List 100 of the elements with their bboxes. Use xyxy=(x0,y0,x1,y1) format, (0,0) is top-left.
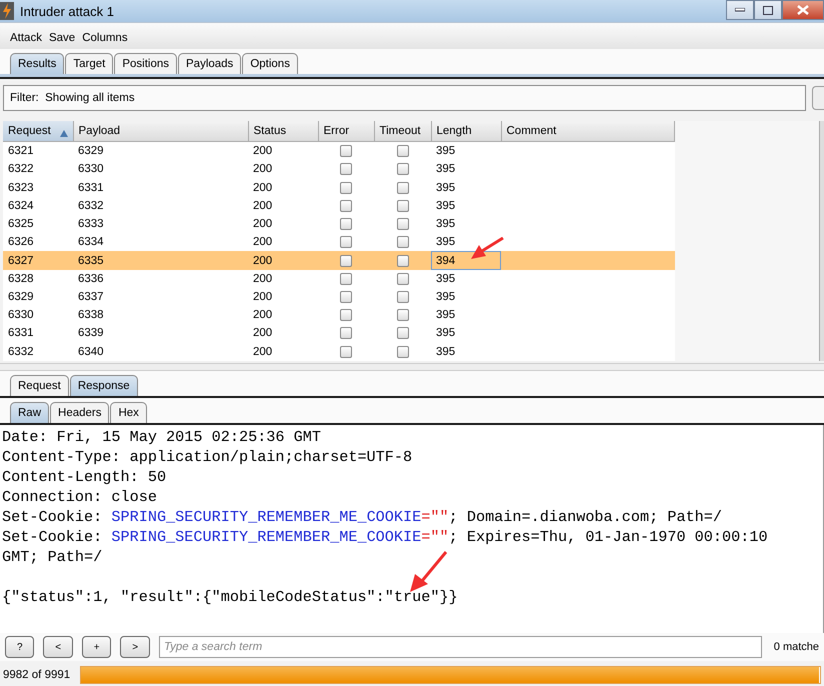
help-button[interactable] xyxy=(812,86,824,110)
column-header[interactable]: Length xyxy=(431,121,501,142)
checkbox[interactable] xyxy=(396,309,408,322)
tab[interactable]: Results xyxy=(10,53,64,74)
table-cell: 200 xyxy=(248,306,318,324)
close-icon xyxy=(797,5,809,15)
annotation-arrow xyxy=(470,237,504,261)
table-cell: 200 xyxy=(248,324,318,343)
toolbar-button[interactable]: + xyxy=(82,636,112,658)
tab[interactable]: Options xyxy=(242,53,298,74)
tab[interactable]: Payloads xyxy=(178,53,242,74)
table-cell: 6326 xyxy=(3,233,73,252)
toolbar-button[interactable]: > xyxy=(120,636,150,658)
table-cell: 395 xyxy=(436,309,456,322)
toolbar-button[interactable]: ? xyxy=(5,636,34,658)
table-cell: 6331 xyxy=(3,324,73,343)
lightning-icon xyxy=(0,2,14,20)
table-cell: 6321 xyxy=(3,142,73,160)
table-cell: 6338 xyxy=(73,306,248,324)
table-cell: 395 xyxy=(436,291,456,303)
checkbox[interactable] xyxy=(340,163,352,176)
table-cell: 200 xyxy=(248,160,318,178)
checkbox[interactable] xyxy=(396,291,408,303)
checkbox[interactable] xyxy=(340,236,352,248)
checkbox[interactable] xyxy=(396,145,408,158)
menu-item[interactable]: Columns xyxy=(82,32,128,44)
response-line: GMT; Path=/ xyxy=(2,547,104,567)
checkbox[interactable] xyxy=(340,254,352,267)
toolbar-button[interactable]: < xyxy=(43,636,73,658)
column-header[interactable]: Request xyxy=(3,121,73,142)
checkbox[interactable] xyxy=(396,200,408,212)
filter-bar[interactable]: Filter: Showing all items xyxy=(3,85,806,111)
menu-item[interactable]: Save xyxy=(48,32,76,44)
table-cell: 6325 xyxy=(3,214,73,234)
sort-ascending-icon xyxy=(60,130,68,137)
table-cell: 395 xyxy=(436,327,456,340)
tab[interactable]: Positions xyxy=(114,53,177,74)
window-title: Intruder attack 1 xyxy=(20,4,114,18)
checkbox[interactable] xyxy=(396,272,408,285)
table-cell: 200 xyxy=(248,251,318,270)
checkbox[interactable] xyxy=(340,327,352,340)
menu-item[interactable]: Attack xyxy=(10,32,42,44)
table-cell: 6323 xyxy=(3,178,73,197)
column-header[interactable]: Payload xyxy=(73,121,248,142)
table-cell: 200 xyxy=(248,233,318,252)
table-cell: 200 xyxy=(248,196,318,215)
table-cell: 6330 xyxy=(3,306,73,324)
checkbox[interactable] xyxy=(340,346,352,358)
table-cell: 6337 xyxy=(73,288,248,306)
checkbox[interactable] xyxy=(340,291,352,303)
table-cell: 200 xyxy=(248,270,318,288)
table-cell: 6340 xyxy=(73,342,248,361)
table-cell: 6333 xyxy=(73,214,248,234)
checkbox[interactable] xyxy=(396,236,408,248)
checkbox[interactable] xyxy=(396,327,408,340)
column-header[interactable]: Timeout xyxy=(374,121,431,142)
table-cell: 394 xyxy=(436,254,456,267)
table-cell: 6334 xyxy=(73,233,248,252)
checkbox[interactable] xyxy=(396,163,408,176)
table-cell: 6331 xyxy=(73,178,248,197)
table-cell: 200 xyxy=(248,142,318,160)
column-header[interactable]: Comment xyxy=(501,121,674,142)
checkbox[interactable] xyxy=(340,218,352,230)
tab[interactable]: Headers xyxy=(50,402,110,423)
table-cell: 200 xyxy=(248,178,318,197)
table-cell: 395 xyxy=(436,236,456,248)
tab[interactable]: Hex xyxy=(110,402,147,423)
response-line: Content-Length: 50 xyxy=(2,467,168,487)
tab[interactable]: Target xyxy=(65,53,114,74)
checkbox[interactable] xyxy=(340,309,352,322)
response-line: Set-Cookie: SPRING_SECURITY_REMEMBER_ME_COOKIE=""; Domain=.dianwoba.com; Path=/ xyxy=(2,507,724,527)
checkbox[interactable] xyxy=(340,200,352,212)
tab[interactable]: Raw xyxy=(10,402,50,423)
table-cell: 395 xyxy=(436,346,456,358)
close-button[interactable] xyxy=(782,0,824,20)
table-cell: 6324 xyxy=(3,196,73,215)
response-body: {"status":1, "result":{"mobileCodeStatus":"true"}} xyxy=(2,587,459,607)
column-header[interactable]: Status xyxy=(248,121,318,142)
checkbox[interactable] xyxy=(340,272,352,285)
checkbox[interactable] xyxy=(396,346,408,358)
column-header[interactable]: Error xyxy=(318,121,374,142)
table-cell: 6335 xyxy=(73,251,248,270)
filter-text: Filter: Showing all items xyxy=(10,92,135,104)
table-cell: 395 xyxy=(436,163,456,176)
checkbox[interactable] xyxy=(340,182,352,194)
table-cell: 6329 xyxy=(73,142,248,160)
table-cell: 395 xyxy=(436,218,456,230)
checkbox[interactable] xyxy=(396,254,408,267)
tab[interactable]: Request xyxy=(10,375,69,396)
scrollbar[interactable] xyxy=(819,121,824,361)
minimize-button[interactable] xyxy=(726,0,754,20)
search-field[interactable]: Type a search term xyxy=(158,636,762,658)
tab[interactable]: Response xyxy=(70,375,138,396)
table-cell: 200 xyxy=(248,288,318,306)
minimize-icon xyxy=(735,8,745,12)
response-line: Date: Fri, 15 May 2015 02:25:36 GMT xyxy=(2,427,322,447)
checkbox[interactable] xyxy=(340,145,352,158)
maximize-button[interactable] xyxy=(754,0,782,20)
checkbox[interactable] xyxy=(396,182,408,194)
checkbox[interactable] xyxy=(396,218,408,230)
